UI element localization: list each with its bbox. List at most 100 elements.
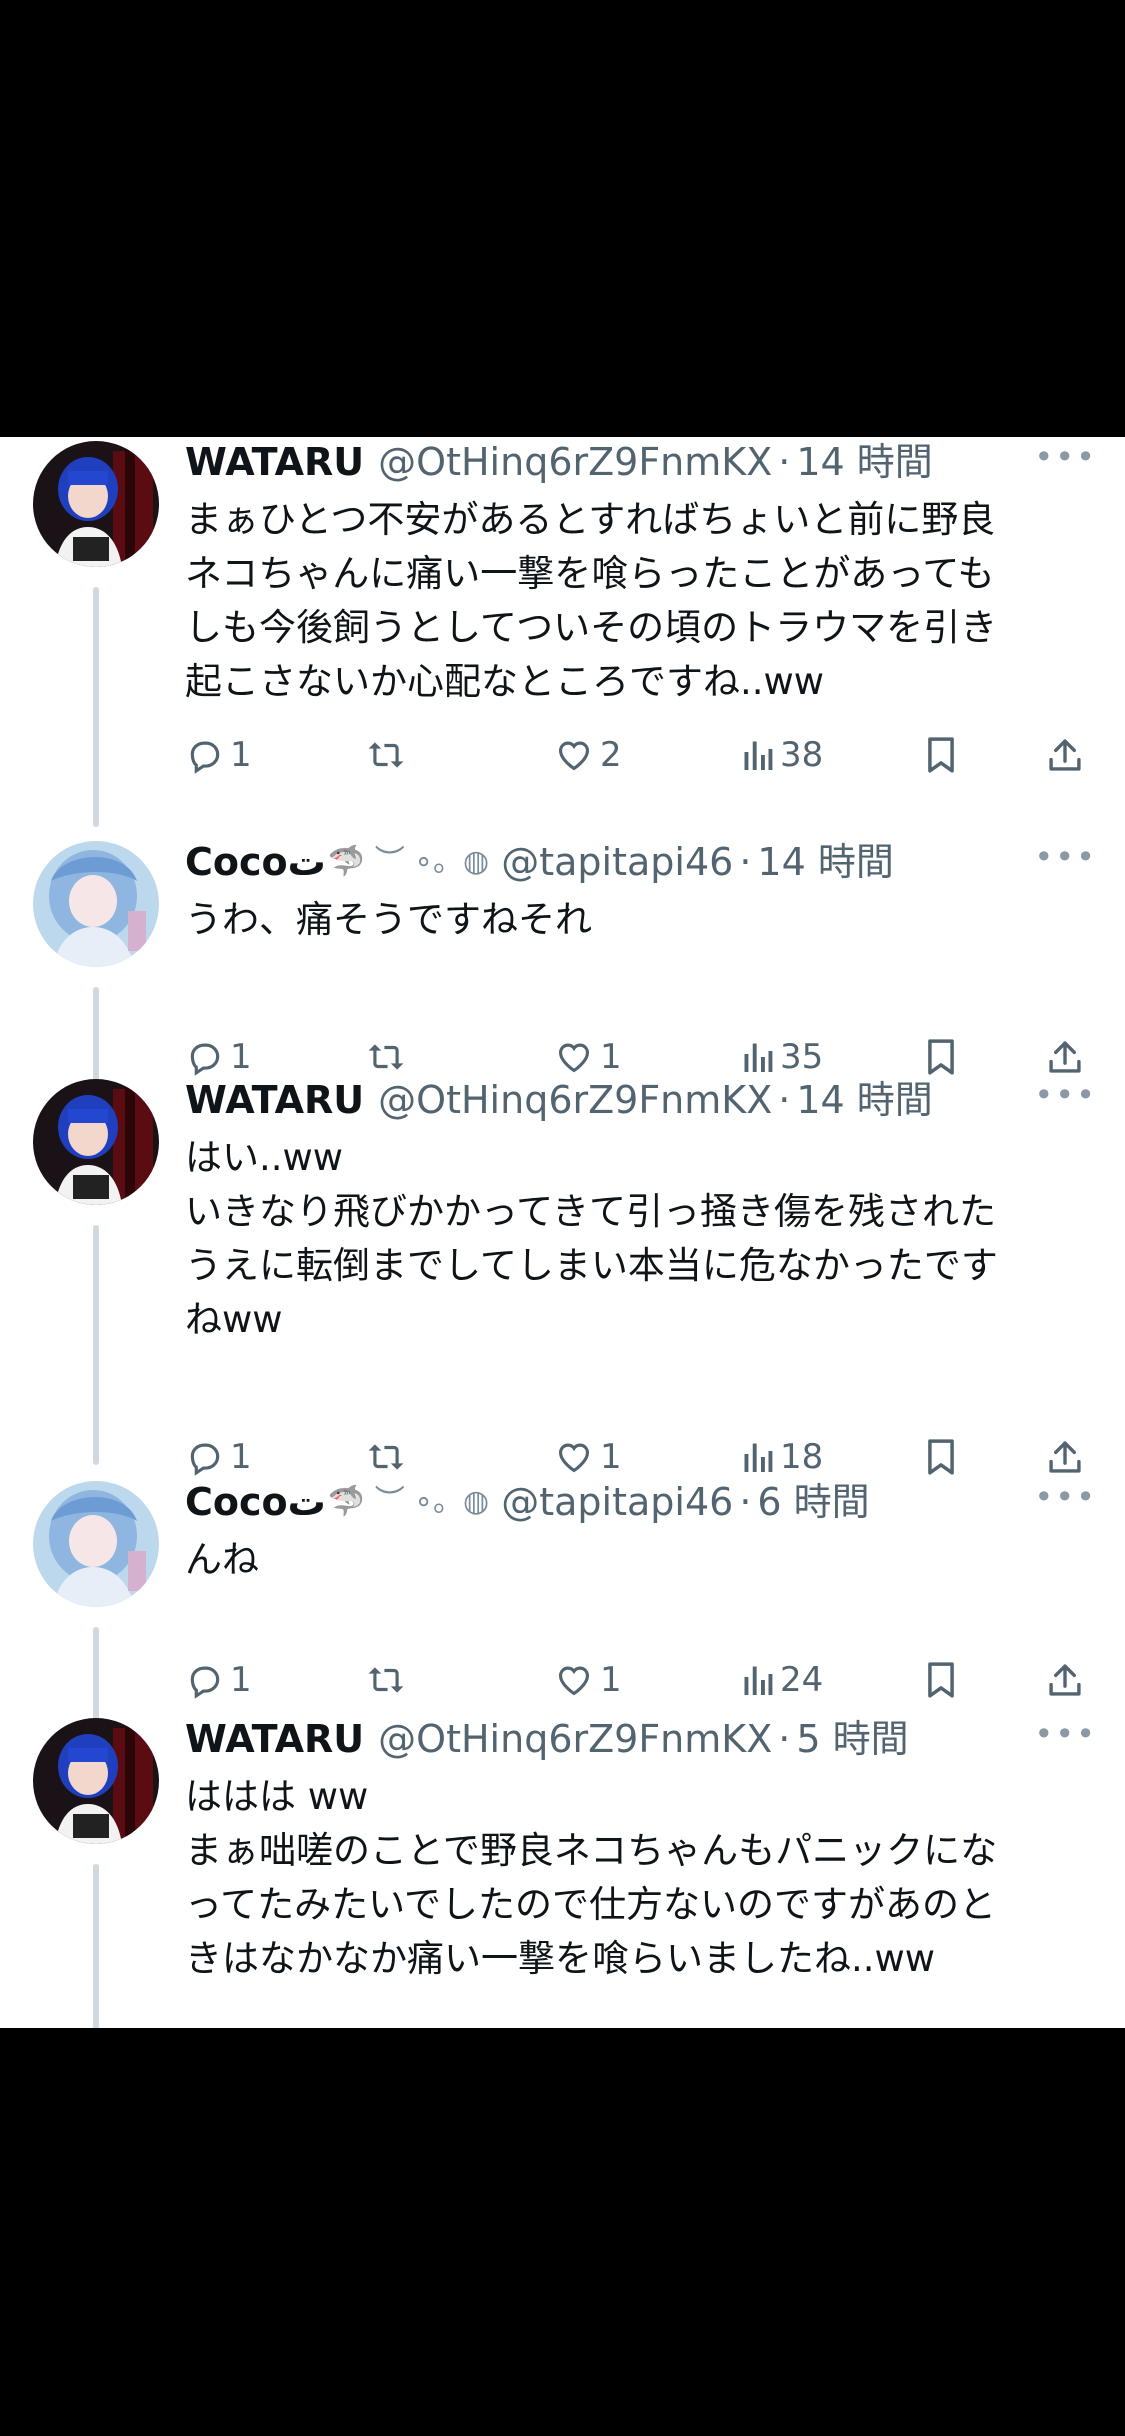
avatar[interactable] [33, 441, 159, 567]
reply-button[interactable]: 1 [186, 1655, 252, 1705]
reply-count: 1 [230, 735, 252, 775]
display-name-emoji: 🦈 ︶ ∘。◍ [327, 1484, 490, 1519]
more-icon[interactable]: ••• [1034, 837, 1097, 877]
tweet-text-line: ははは ww [185, 1775, 369, 1818]
reply-button[interactable]: 1 [186, 1432, 252, 1482]
tweet-actions: 1 1 18 [0, 1432, 920, 1482]
separator-dot: · [778, 440, 791, 484]
avatar[interactable] [33, 1079, 159, 1205]
like-count: 1 [600, 1660, 622, 1700]
retweet-icon [368, 1044, 404, 1070]
more-icon[interactable]: ••• [1034, 1714, 1097, 1754]
tweet-text-line: ネコちゃんに痛い一撃を喰らったことがあっても [185, 552, 995, 595]
share-icon [1049, 1441, 1081, 1473]
bookmark-button[interactable] [926, 730, 956, 780]
tweet[interactable]: WATARU @OtHinq6rZ9FnmKX · 14 時間 ••• まぁひと… [0, 437, 1125, 857]
share-icon [1049, 1041, 1081, 1073]
top-black-bar [0, 0, 1125, 437]
heart-icon [558, 1666, 590, 1696]
retweet-button[interactable] [365, 1432, 413, 1482]
tweet-actions: 1 1 24 [0, 1655, 920, 1705]
timestamp[interactable]: 5 時間 [796, 1714, 908, 1764]
heart-icon [558, 1043, 590, 1073]
views-button[interactable]: 18 [742, 1432, 823, 1482]
share-button[interactable] [1048, 730, 1082, 780]
view-count: 24 [780, 1660, 824, 1700]
tweet-header: Cocoت 🦈 ︶ ∘。◍ @tapitapi46 · 6 時間 [185, 1477, 1107, 1527]
view-count: 38 [780, 735, 824, 775]
bookmark-button[interactable] [926, 1655, 956, 1705]
display-name-emoji: 🦈 ︶ ∘。◍ [327, 844, 490, 879]
tweet-text-line: うえに転倒までしてしまい本当に危なかったです [185, 1244, 998, 1287]
avatar[interactable] [33, 841, 159, 967]
reply-count: 1 [230, 1437, 252, 1477]
display-name[interactable]: WATARU [185, 1714, 364, 1764]
reply-button[interactable]: 1 [186, 730, 252, 780]
like-count: 2 [600, 735, 622, 775]
retweet-button[interactable] [365, 730, 413, 780]
avatar[interactable] [33, 1718, 159, 1844]
display-name[interactable]: Cocoت [185, 837, 326, 887]
tweet-text-line: しも今後飼うとしてついその頃のトラウマを引き [185, 606, 998, 649]
tweet-text: はい..ww いきなり飛びかかってきて引っ掻き傷を残された うえに転倒までしてしまい… [185, 1131, 1107, 1347]
retweet-icon [368, 1667, 404, 1693]
display-name[interactable]: Cocoت [185, 1477, 326, 1527]
tweet-header: WATARU @OtHinq6rZ9FnmKX · 14 時間 [185, 437, 1107, 487]
tweet-header: WATARU @OtHinq6rZ9FnmKX · 5 時間 [185, 1714, 1107, 1764]
tweet-content: Cocoت 🦈 ︶ ∘。◍ @tapitapi46 · 6 時間 ••• んね [185, 1477, 1107, 1587]
like-button[interactable]: 1 [554, 1655, 622, 1705]
bookmark-icon [928, 1039, 954, 1075]
separator-dot: · [739, 840, 752, 884]
more-icon[interactable]: ••• [1034, 1075, 1097, 1115]
bookmark-icon [928, 737, 954, 773]
views-button[interactable]: 24 [742, 1655, 823, 1705]
timestamp[interactable]: 14 時間 [796, 1075, 932, 1125]
separator-dot: · [739, 1480, 752, 1524]
timestamp[interactable]: 14 時間 [796, 437, 932, 487]
views-icon [744, 1043, 773, 1072]
tweet-text-line: まぁ咄嗟のことで野良ネコちゃんもパニックにな [185, 1829, 998, 1872]
heart-icon [558, 1443, 590, 1473]
tweet[interactable]: WATARU @OtHinq6rZ9FnmKX · 14 時間 ••• はい..… [0, 1075, 1125, 1495]
tweet-text: ははは ww まぁ咄嗟のことで野良ネコちゃんもパニックにな ってたみたいでしたので仕… [185, 1770, 1107, 1986]
like-count: 1 [600, 1437, 622, 1477]
like-button[interactable]: 2 [554, 730, 622, 780]
tweet-text-line: んね [185, 1538, 259, 1581]
more-icon[interactable]: ••• [1034, 437, 1097, 477]
more-icon[interactable]: ••• [1034, 1477, 1097, 1517]
user-handle[interactable]: @OtHinq6rZ9FnmKX [378, 1075, 772, 1125]
retweet-button[interactable] [365, 1655, 413, 1705]
reply-icon [190, 1666, 220, 1699]
display-name[interactable]: WATARU [185, 1075, 364, 1125]
user-handle[interactable]: @OtHinq6rZ9FnmKX [378, 1714, 772, 1764]
user-handle[interactable]: @OtHinq6rZ9FnmKX [378, 437, 772, 487]
thread-connector-line [93, 1225, 99, 1465]
timestamp[interactable]: 6 時間 [757, 1477, 869, 1527]
user-handle[interactable]: @tapitapi46 [501, 837, 733, 887]
share-button[interactable] [1048, 1432, 1082, 1482]
display-name[interactable]: WATARU [185, 437, 364, 487]
separator-dot: · [778, 1717, 791, 1761]
tweet-content: WATARU @OtHinq6rZ9FnmKX · 5 時間 ••• ははは w… [185, 1714, 1107, 1986]
tweet-text-line: はい..ww [185, 1136, 344, 1179]
tweet-text-line: きはなかなか痛い一撃を喰らいましたね..ww [185, 1937, 936, 1980]
reply-icon [190, 741, 220, 774]
bookmark-button[interactable] [926, 1432, 956, 1482]
retweet-icon [368, 1444, 404, 1470]
tweet-text: うわ、痛そうですねそれ [185, 893, 1107, 947]
like-button[interactable]: 1 [554, 1432, 622, 1482]
bottom-black-bar [0, 2028, 1125, 2436]
user-handle[interactable]: @tapitapi46 [501, 1477, 733, 1527]
bookmark-icon [928, 1662, 954, 1698]
avatar[interactable] [33, 1481, 159, 1607]
views-button[interactable]: 38 [742, 730, 823, 780]
timestamp[interactable]: 14 時間 [757, 837, 893, 887]
share-button[interactable] [1048, 1655, 1082, 1705]
views-icon [744, 1666, 773, 1695]
views-icon [744, 741, 773, 770]
tweet-actions: 1 2 38 [0, 730, 920, 780]
tweet[interactable]: WATARU @OtHinq6rZ9FnmKX · 5 時間 ••• ははは w… [0, 1714, 1125, 2028]
tweet-content: Cocoت 🦈 ︶ ∘。◍ @tapitapi46 · 14 時間 ••• うわ… [185, 837, 1107, 947]
retweet-icon [368, 742, 404, 768]
view-count: 18 [780, 1437, 824, 1477]
